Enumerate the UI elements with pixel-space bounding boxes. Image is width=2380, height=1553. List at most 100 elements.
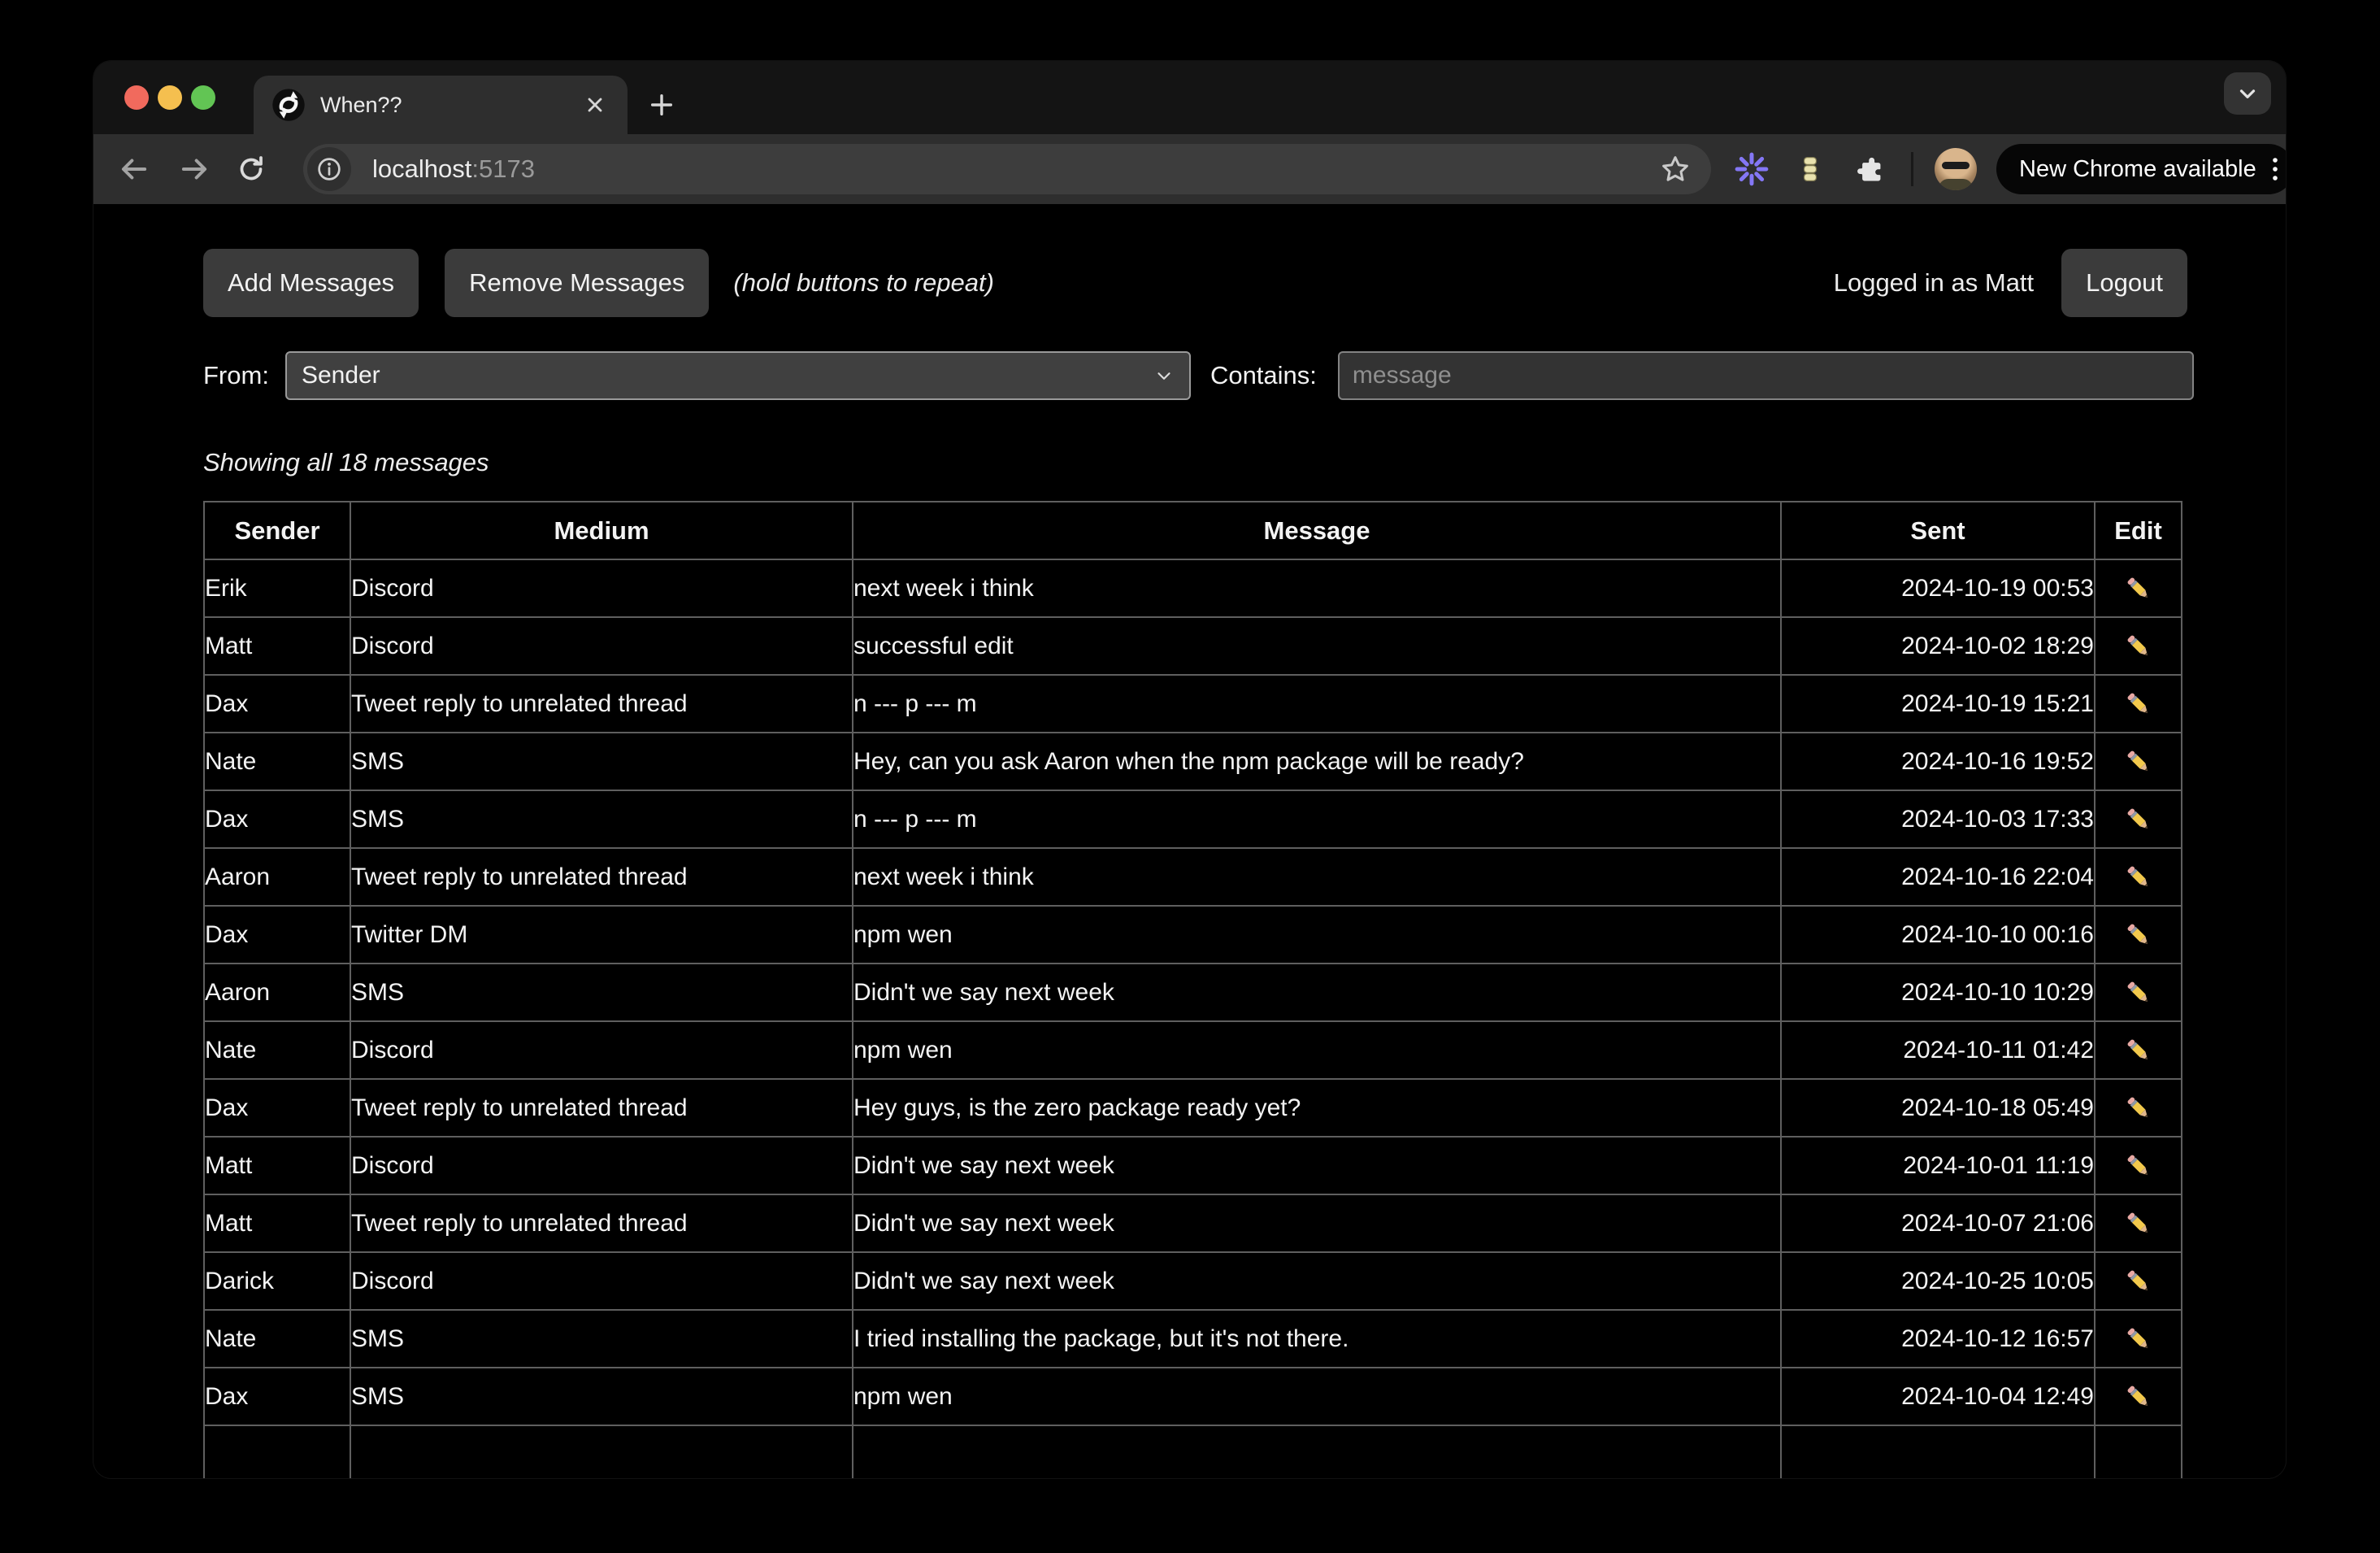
header-sender: Sender [204,502,350,559]
edit-button[interactable] [2096,1311,2181,1367]
message-text: n --- p --- m [853,675,1781,733]
edit-button[interactable] [2096,907,2181,963]
message-medium: Discord [350,559,853,617]
message-sent-time [1781,1425,2095,1478]
message-medium: Twitter DM [350,906,853,964]
reload-icon[interactable] [228,146,274,192]
pencil-icon [2123,689,2154,720]
forward-arrow-icon[interactable] [172,146,217,192]
window-minimize-button[interactable] [158,85,182,110]
refresh-favicon-icon [271,88,306,122]
message-medium [350,1425,853,1478]
coins-extension-icon[interactable] [1787,146,1833,192]
message-medium: Discord [350,617,853,675]
from-select[interactable]: Sender [285,351,1191,400]
address-bar[interactable]: localhost:5173 [303,144,1711,194]
edit-button[interactable] [2096,849,2181,905]
remove-messages-button[interactable]: Remove Messages [445,249,709,317]
message-edit-cell [2095,906,2182,964]
chrome-update-button[interactable]: New Chrome available [1996,144,2286,194]
message-text: Hey, can you ask Aaron when the npm pack… [853,733,1781,790]
bookmark-star-icon[interactable] [1653,146,1698,192]
extensions-puzzle-icon[interactable] [1846,146,1891,192]
edit-button[interactable] [2096,1080,2181,1136]
edit-button[interactable] [2096,560,2181,616]
message-edit-cell [2095,675,2182,733]
messages-table: Sender Medium Message Sent Edit Erik Dis… [203,501,2182,1478]
tab-search-chevron-icon[interactable] [2224,72,2271,115]
message-text: npm wen [853,906,1781,964]
message-sender: Dax [204,1079,350,1137]
pencil-icon [2123,1208,2154,1239]
message-text: I tried installing the package, but it's… [853,1310,1781,1368]
edit-button[interactable] [2096,1022,2181,1078]
table-row: Dax Tweet reply to unrelated thread Hey … [204,1079,2182,1137]
from-label: From: [203,361,269,390]
message-sender: Nate [204,1310,350,1368]
logout-button[interactable]: Logout [2061,249,2187,317]
pencil-icon [2123,1151,2154,1181]
filter-row: From: Sender Contains: [203,350,2194,402]
message-medium: SMS [350,964,853,1021]
message-text: Hey guys, is the zero package ready yet? [853,1079,1781,1137]
three-dot-menu-icon[interactable] [2271,155,2279,183]
back-arrow-icon[interactable] [111,146,157,192]
edit-button[interactable] [2096,733,2181,790]
message-edit-cell [2095,1368,2182,1425]
message-sender [204,1425,350,1478]
edit-button[interactable] [2096,1253,2181,1309]
message-sent-time: 2024-10-16 19:52 [1781,733,2095,790]
table-row: Nate SMS I tried installing the package,… [204,1310,2182,1368]
message-edit-cell [2095,559,2182,617]
hold-buttons-hint: (hold buttons to repeat) [733,268,994,298]
edit-button[interactable] [2096,1195,2181,1251]
edit-button[interactable] [2096,1368,2181,1425]
message-edit-cell [2095,733,2182,790]
header-message: Message [853,502,1781,559]
table-row: Dax Tweet reply to unrelated thread n --… [204,675,2182,733]
message-text: next week i think [853,848,1781,906]
browser-tab[interactable]: When?? [254,76,628,134]
pencil-icon [2123,1266,2154,1297]
header-edit: Edit [2095,502,2182,559]
edit-button[interactable] [2096,676,2181,732]
message-sender: Dax [204,675,350,733]
new-tab-plus-icon[interactable] [639,82,684,128]
pencil-icon [2123,1093,2154,1124]
message-medium: SMS [350,790,853,848]
add-messages-button[interactable]: Add Messages [203,249,419,317]
edit-button[interactable] [2096,618,2181,674]
message-sender: Dax [204,790,350,848]
message-sent-time: 2024-10-19 15:21 [1781,675,2095,733]
message-count-status: Showing all 18 messages [203,447,2286,478]
message-sender: Dax [204,1368,350,1425]
message-sent-time: 2024-10-18 05:49 [1781,1079,2095,1137]
table-row: Erik Discord next week i think 2024-10-1… [204,559,2182,617]
message-text [853,1425,1781,1478]
contains-input[interactable] [1338,351,2194,400]
chrome-update-label: New Chrome available [2019,156,2256,183]
site-info-icon[interactable] [307,147,351,191]
pencil-icon [2123,1035,2154,1066]
sunburst-extension-icon[interactable] [1729,146,1774,192]
message-medium: Tweet reply to unrelated thread [350,675,853,733]
message-sent-time: 2024-10-10 00:16 [1781,906,2095,964]
message-edit-cell [2095,790,2182,848]
message-sender: Darick [204,1252,350,1310]
edit-button[interactable] [2096,791,2181,847]
window-zoom-button[interactable] [191,85,215,110]
pencil-icon [2123,746,2154,777]
window-close-button[interactable] [124,85,149,110]
edit-button[interactable] [2096,1138,2181,1194]
tab-close-icon[interactable] [580,90,610,120]
table-row: Aaron SMS Didn't we say next week 2024-1… [204,964,2182,1021]
table-row: Matt Discord Didn't we say next week 202… [204,1137,2182,1194]
edit-button[interactable] [2096,964,2181,1020]
table-row [204,1425,2182,1478]
pencil-icon [2123,804,2154,835]
message-text: next week i think [853,559,1781,617]
message-controls-row: Add Messages Remove Messages (hold butto… [203,204,2187,317]
pencil-icon [2123,920,2154,951]
profile-avatar[interactable] [1935,148,1977,190]
message-sender: Matt [204,617,350,675]
